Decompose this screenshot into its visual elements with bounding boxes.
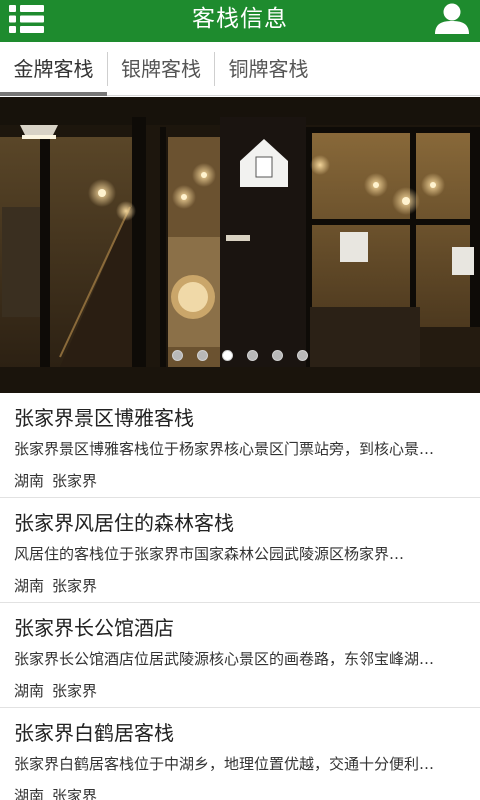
inn-city: 张家界: [52, 787, 98, 800]
inn-description: 风居住的客栈位于张家界市国家森林公园武陵源区杨家界…: [14, 545, 405, 563]
list-item[interactable]: 张家界风居住的森林客栈 风居住的客栈位于张家界市国家森林公园武陵源区杨家界… 湖…: [0, 498, 480, 603]
carousel-dot[interactable]: [247, 350, 258, 361]
inn-province: 湖南: [14, 787, 45, 800]
inn-title: 张家界风居住的森林客栈: [14, 511, 234, 535]
inn-description: 张家界景区博雅客栈位于杨家界核心景区门票站旁，到核心景…: [14, 440, 435, 458]
list-item[interactable]: 张家界长公馆酒店 张家界长公馆酒店位居武陵源核心景区的画卷路，东邻宝峰湖… 湖南…: [0, 603, 480, 708]
inn-list: 张家界景区博雅客栈 张家界景区博雅客栈位于杨家界核心景区门票站旁，到核心景… 湖…: [0, 393, 480, 800]
tab-gold[interactable]: 金牌客栈: [0, 42, 107, 96]
inn-title: 张家界白鹤居客栈: [14, 721, 174, 745]
carousel-dot-active[interactable]: [222, 350, 233, 361]
carousel-dot[interactable]: [197, 350, 208, 361]
inn-location: 湖南 张家界: [14, 785, 466, 800]
page-title: 客栈信息: [192, 6, 288, 32]
tab-bronze[interactable]: 铜牌客栈: [215, 42, 322, 96]
carousel-dot[interactable]: [172, 350, 183, 361]
inn-province: 湖南: [14, 577, 45, 595]
photo-carousel[interactable]: [0, 97, 480, 393]
list-item[interactable]: 张家界景区博雅客栈 张家界景区博雅客栈位于杨家界核心景区门票站旁，到核心景… 湖…: [0, 393, 480, 498]
app-screen: 客栈信息 金牌客栈 银牌客栈 铜牌客栈 张家界景区博雅客栈 张家界景区博雅客栈位…: [0, 0, 480, 800]
inn-city: 张家界: [52, 472, 98, 490]
inn-description: 张家界白鹤居客栈位于中湖乡，地理位置优越，交通十分便利…: [14, 755, 435, 773]
inn-location: 湖南 张家界: [14, 680, 466, 702]
inn-province: 湖南: [14, 682, 45, 700]
category-tabs: 金牌客栈 银牌客栈 铜牌客栈: [0, 42, 480, 96]
user-icon[interactable]: [432, 0, 472, 40]
inn-title: 张家界长公馆酒店: [14, 616, 174, 640]
inn-city: 张家界: [52, 682, 98, 700]
top-bar: 客栈信息: [0, 0, 480, 42]
list-item[interactable]: 张家界白鹤居客栈 张家界白鹤居客栈位于中湖乡，地理位置优越，交通十分便利… 湖南…: [0, 708, 480, 800]
inn-location: 湖南 张家界: [14, 575, 466, 597]
carousel-dot[interactable]: [297, 350, 308, 361]
inn-province: 湖南: [14, 472, 45, 490]
inn-location: 湖南 张家界: [14, 470, 466, 492]
inn-title: 张家界景区博雅客栈: [14, 406, 194, 430]
tab-silver[interactable]: 银牌客栈: [108, 42, 214, 96]
carousel-indicators: [0, 346, 480, 365]
inn-description: 张家界长公馆酒店位居武陵源核心景区的画卷路，东邻宝峰湖…: [14, 650, 435, 668]
carousel-dot[interactable]: [272, 350, 283, 361]
inn-city: 张家界: [52, 577, 98, 595]
